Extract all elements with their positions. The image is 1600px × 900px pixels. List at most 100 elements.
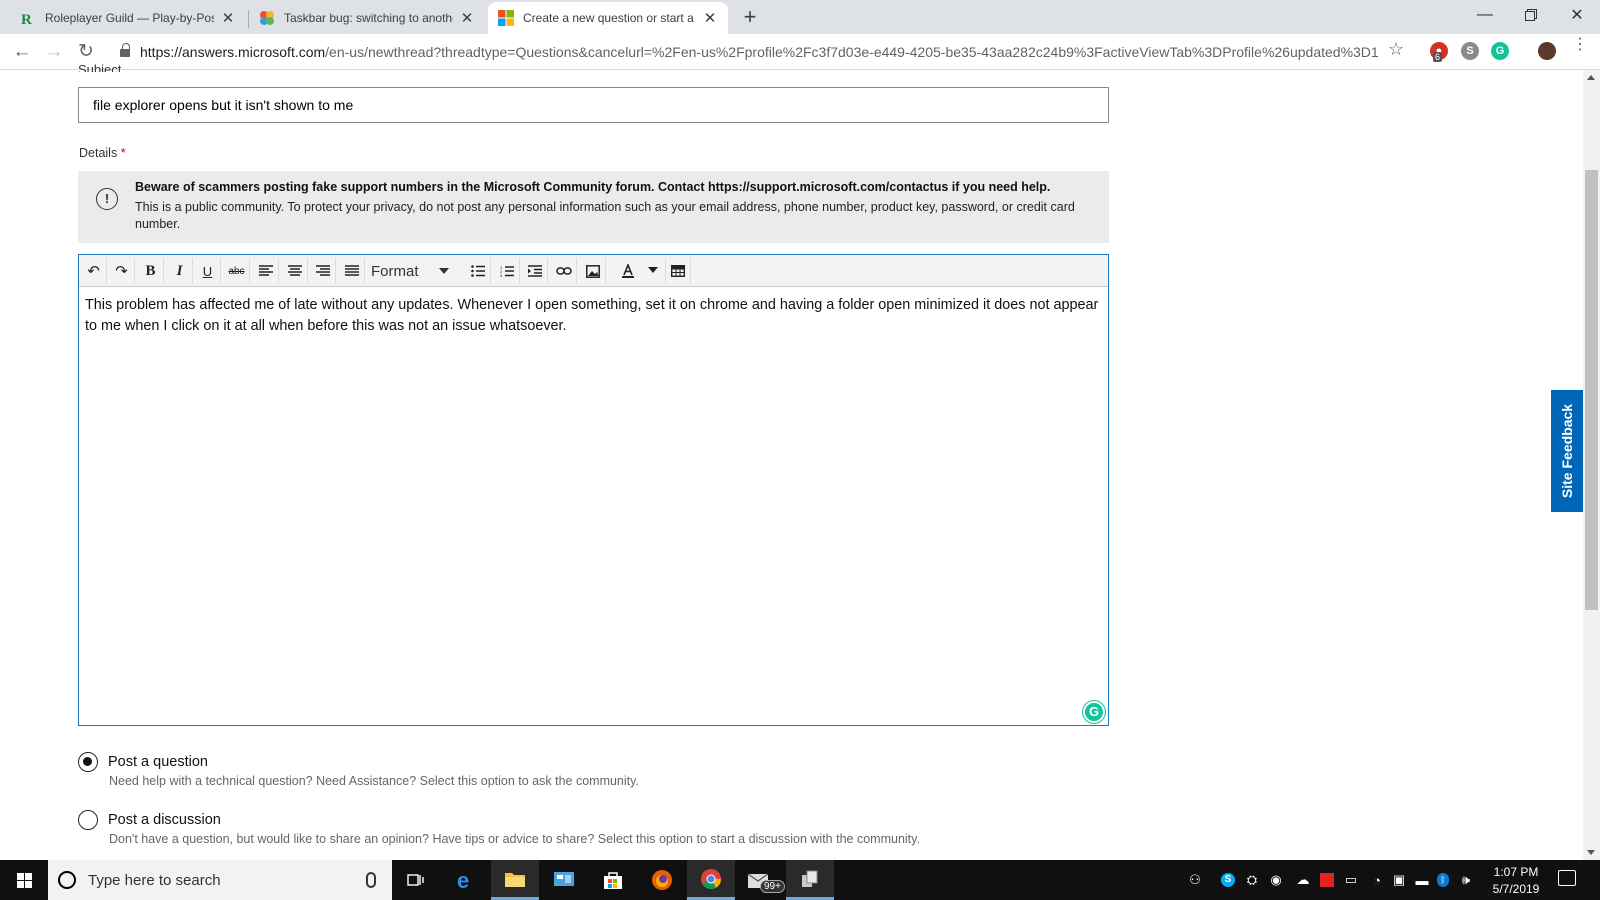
address-bar[interactable]: https://answers.microsoft.com/en-us/newt… bbox=[110, 38, 1400, 66]
forward-arrow-icon[interactable]: → bbox=[42, 40, 66, 64]
underline-icon[interactable]: U bbox=[195, 258, 221, 284]
svg-text:R: R bbox=[21, 12, 32, 26]
firefox-icon[interactable] bbox=[638, 860, 686, 900]
tab-title: Roleplayer Guild — Play-by-Post bbox=[45, 11, 214, 25]
browser-menu-icon[interactable]: ⋮ bbox=[1572, 37, 1588, 53]
lock-icon bbox=[120, 43, 130, 58]
close-tab-icon[interactable]: ✕ bbox=[459, 9, 475, 27]
numbered-list-icon[interactable]: 123 bbox=[494, 258, 520, 284]
control-panel-icon[interactable] bbox=[540, 860, 588, 900]
align-right-icon[interactable] bbox=[310, 258, 336, 284]
image-icon[interactable] bbox=[580, 258, 606, 284]
store-icon[interactable] bbox=[589, 860, 637, 900]
link-icon[interactable] bbox=[551, 258, 577, 284]
radio-post-discussion[interactable] bbox=[78, 810, 98, 830]
svg-text:e: e bbox=[457, 869, 469, 891]
new-tab-button[interactable]: + bbox=[738, 5, 762, 29]
onedrive-icon[interactable]: ☁ bbox=[1292, 860, 1314, 900]
tab-title: Taskbar bug: switching to anothe bbox=[284, 11, 453, 25]
task-view-icon[interactable] bbox=[392, 860, 440, 900]
back-arrow-icon[interactable]: ← bbox=[10, 40, 34, 64]
restore-icon[interactable] bbox=[1508, 0, 1554, 30]
skype-tray-icon[interactable]: S bbox=[1218, 860, 1238, 900]
scroll-up-icon[interactable] bbox=[1587, 75, 1595, 80]
radio-post-question[interactable] bbox=[78, 752, 98, 772]
grammarly-icon[interactable]: G bbox=[1083, 701, 1105, 723]
skype-extension-icon[interactable]: S bbox=[1461, 42, 1479, 60]
close-window-icon[interactable]: ✕ bbox=[1554, 0, 1600, 30]
text-color-dropdown-icon[interactable] bbox=[648, 267, 658, 273]
page-scrollbar[interactable] bbox=[1583, 70, 1600, 860]
tab-create-question[interactable]: Create a new question or start a ✕ bbox=[488, 2, 728, 34]
mail-icon[interactable]: 99+ bbox=[736, 860, 785, 900]
tab-title: Create a new question or start a bbox=[523, 11, 694, 25]
tab-taskbar-bug[interactable]: Taskbar bug: switching to anothe ✕ bbox=[249, 2, 485, 34]
cortana-icon bbox=[58, 871, 76, 889]
text-color-icon[interactable] bbox=[608, 258, 648, 284]
details-textarea[interactable]: This problem has affected me of late wit… bbox=[85, 295, 1100, 337]
url-path: /en-us/newthread?threadtype=Questions&ca… bbox=[325, 44, 1379, 60]
subject-input[interactable]: file explorer opens but it isn't shown t… bbox=[78, 87, 1109, 123]
justify-icon[interactable] bbox=[339, 258, 365, 284]
tray-app-icon[interactable]: ⛭ bbox=[1242, 860, 1262, 900]
tab-roleplayer-guild[interactable]: R Roleplayer Guild — Play-by-Post ✕ bbox=[10, 2, 246, 34]
action-center-icon[interactable] bbox=[1558, 870, 1576, 886]
privacy-notice: ! Beware of scammers posting fake suppor… bbox=[78, 171, 1109, 243]
tab-strip: R Roleplayer Guild — Play-by-Post ✕ Task… bbox=[0, 0, 1600, 34]
align-left-icon[interactable] bbox=[253, 258, 279, 284]
details-label-text: Details bbox=[79, 146, 118, 160]
avatar[interactable] bbox=[1538, 42, 1556, 60]
start-button[interactable] bbox=[0, 860, 48, 900]
tablet-icon[interactable]: ▣ bbox=[1389, 860, 1409, 900]
battery-icon[interactable]: ▬ bbox=[1411, 860, 1433, 900]
option-post-question[interactable]: Post a question bbox=[78, 752, 208, 772]
site-feedback-button[interactable]: Site Feedback bbox=[1551, 390, 1584, 512]
file-explorer-icon[interactable] bbox=[491, 860, 539, 900]
italic-icon[interactable]: I bbox=[167, 258, 193, 284]
option-description: Don't have a question, but would like to… bbox=[109, 832, 920, 846]
display-icon[interactable]: ▭ bbox=[1341, 860, 1361, 900]
edge-icon[interactable]: e bbox=[442, 860, 490, 900]
minimize-icon[interactable]: — bbox=[1462, 0, 1508, 30]
option-label: Post a question bbox=[108, 754, 208, 770]
people-icon[interactable]: ⚇ bbox=[1184, 860, 1206, 900]
scroll-thumb[interactable] bbox=[1585, 170, 1598, 610]
close-tab-icon[interactable]: ✕ bbox=[220, 9, 236, 27]
redo-icon[interactable]: ↷ bbox=[109, 258, 135, 284]
indent-icon[interactable] bbox=[522, 258, 548, 284]
subject-label: Subject bbox=[78, 62, 122, 72]
bullet-list-icon[interactable] bbox=[465, 258, 491, 284]
option-post-discussion[interactable]: Post a discussion bbox=[78, 810, 221, 830]
microphone-icon[interactable] bbox=[366, 872, 376, 888]
mail-badge: 99+ bbox=[760, 880, 785, 893]
windows-logo-icon bbox=[16, 872, 32, 888]
volume-icon[interactable]: 🕪 bbox=[1455, 860, 1477, 900]
bluetooth-icon[interactable]: ᛒ bbox=[1435, 860, 1451, 900]
chrome-icon[interactable] bbox=[687, 860, 735, 900]
undo-icon[interactable]: ↶ bbox=[81, 258, 107, 284]
acrobat-icon[interactable] bbox=[1317, 860, 1337, 900]
bold-icon[interactable]: B bbox=[138, 258, 164, 284]
grammarly-extension-icon[interactable]: G bbox=[1491, 42, 1509, 60]
site-feedback-label: Site Feedback bbox=[1559, 403, 1576, 499]
scroll-down-icon[interactable] bbox=[1587, 850, 1595, 855]
align-center-icon[interactable] bbox=[282, 258, 308, 284]
browser-toolbar: ← → ↻ https://answers.microsoft.com/en-u… bbox=[0, 34, 1600, 70]
taskbar-clock[interactable]: 1:07 PM 5/7/2019 bbox=[1478, 864, 1554, 898]
reload-icon[interactable]: ↻ bbox=[74, 40, 98, 64]
taskbar-search[interactable]: Type here to search bbox=[48, 860, 392, 900]
clock-date: 5/7/2019 bbox=[1492, 882, 1540, 896]
steam-icon[interactable]: ◉ bbox=[1266, 860, 1286, 900]
format-dropdown[interactable]: Format bbox=[369, 258, 462, 284]
strikethrough-icon[interactable]: abc bbox=[224, 258, 250, 284]
close-tab-icon[interactable]: ✕ bbox=[702, 9, 718, 27]
notice-body: This is a public community. To protect y… bbox=[135, 200, 1075, 231]
wifi-icon[interactable]: ◔ bbox=[1367, 860, 1387, 900]
url-host: https://answers.microsoft.com bbox=[140, 44, 326, 60]
bookmark-star-icon[interactable]: ☆ bbox=[1388, 39, 1404, 60]
format-label: Format bbox=[371, 262, 419, 280]
option-description: Need help with a technical question? Nee… bbox=[109, 774, 639, 788]
network-app-icon[interactable] bbox=[786, 860, 834, 900]
chevron-down-icon bbox=[439, 268, 449, 274]
table-icon[interactable] bbox=[665, 258, 691, 284]
